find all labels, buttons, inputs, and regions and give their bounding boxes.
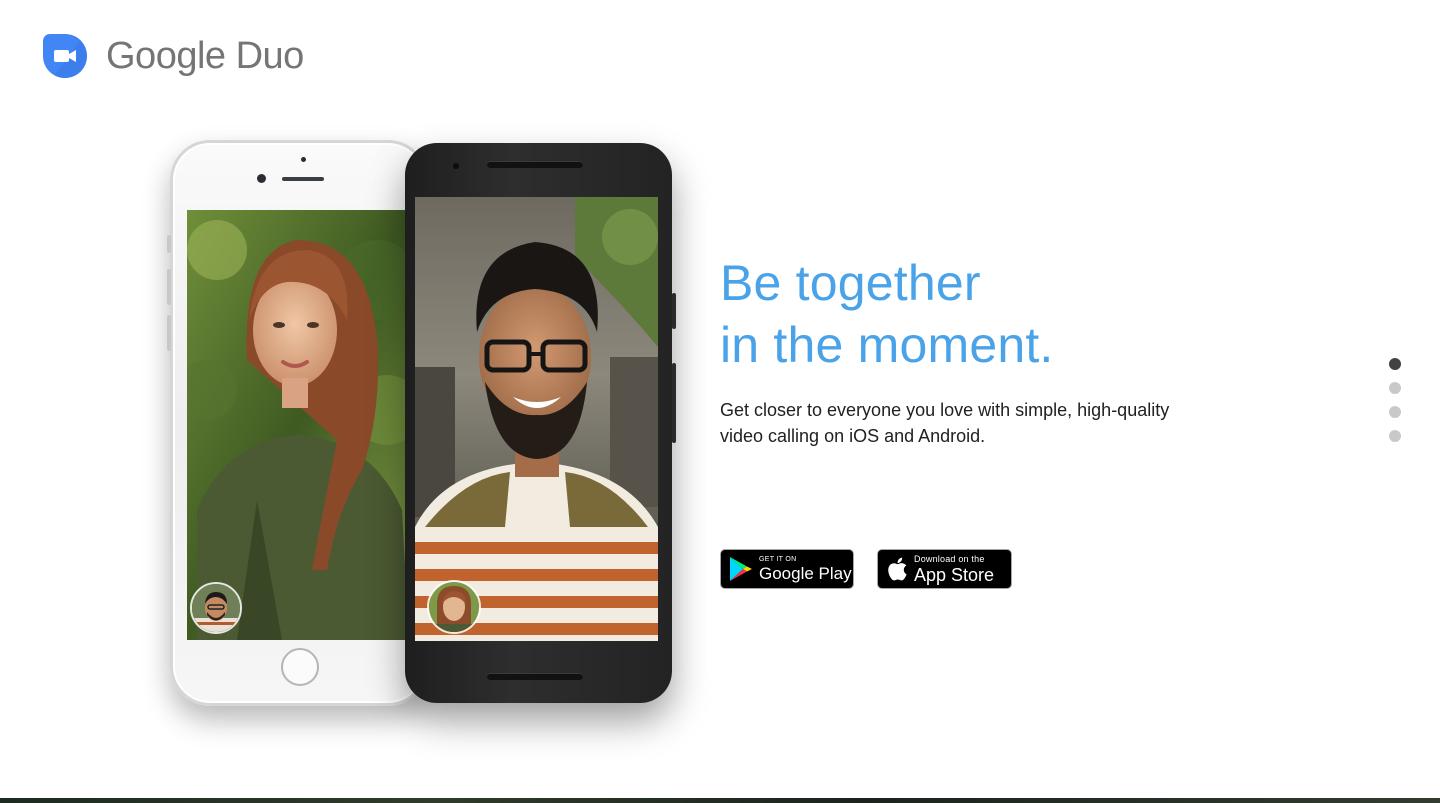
android-front-camera: [453, 163, 459, 169]
android-bottom-speaker: [487, 673, 583, 680]
duo-camera-icon: [43, 34, 87, 78]
iphone-device: [167, 140, 428, 706]
iphone-volume-up: [167, 269, 171, 305]
slide-pagination: [1389, 358, 1401, 454]
self-view-thumbnail: [190, 582, 242, 634]
iphone-earpiece: [282, 177, 324, 181]
google-duo-logo[interactable]: Google Duo: [41, 32, 304, 80]
google-play-badge[interactable]: GET IT ON Google Play: [720, 549, 854, 589]
android-volume-button: [672, 363, 676, 443]
google-play-icon: [730, 557, 752, 581]
hero-description: Get closer to everyone you love with sim…: [720, 400, 1170, 446]
pagination-dot-3[interactable]: [1389, 406, 1401, 418]
google-play-big-label: Google Play: [759, 564, 852, 583]
google-play-small-label: GET IT ON: [759, 556, 797, 563]
android-device: [405, 143, 676, 703]
app-store-badge-text: Download on the App Store: [914, 553, 995, 585]
logo-word-google: Google: [106, 35, 226, 77]
iphone-home-button: [281, 648, 319, 686]
pagination-dot-4[interactable]: [1389, 430, 1401, 442]
hero-title-line-1: Be together: [720, 255, 981, 311]
android-top-speaker: [487, 161, 583, 168]
pagination-dot-2[interactable]: [1389, 382, 1401, 394]
iphone-side-button: [167, 235, 171, 253]
iphone-front-camera: [257, 174, 266, 183]
phones-illustration: [165, 138, 685, 718]
pagination-dot-1[interactable]: [1389, 358, 1401, 370]
hero-title: Be together in the moment.: [720, 252, 1054, 376]
man-thumbnail-image: [192, 584, 240, 632]
google-play-badge-text: GET IT ON Google Play: [759, 556, 852, 582]
iphone-sensor: [301, 157, 306, 162]
app-store-small-label: Download on the: [914, 553, 985, 564]
iphone-volume-down: [167, 315, 171, 351]
android-power-button: [672, 293, 676, 329]
logo-word-duo: Duo: [235, 35, 305, 77]
man-video-image: [415, 197, 658, 641]
android-video-call-screen: [415, 197, 658, 641]
woman-video-image: [187, 210, 409, 640]
hero-title-line-2: in the moment.: [720, 317, 1054, 373]
apple-icon: [888, 557, 907, 581]
iphone-video-call-screen: [187, 210, 409, 640]
self-view-thumbnail: [427, 580, 481, 634]
logo-wordmark: Google Duo: [106, 32, 304, 80]
app-store-badge[interactable]: Download on the App Store: [877, 549, 1012, 589]
woman-thumbnail-image: [429, 582, 479, 632]
app-store-big-label: App Store: [914, 564, 995, 585]
bottom-edge-strip: [0, 798, 1440, 803]
